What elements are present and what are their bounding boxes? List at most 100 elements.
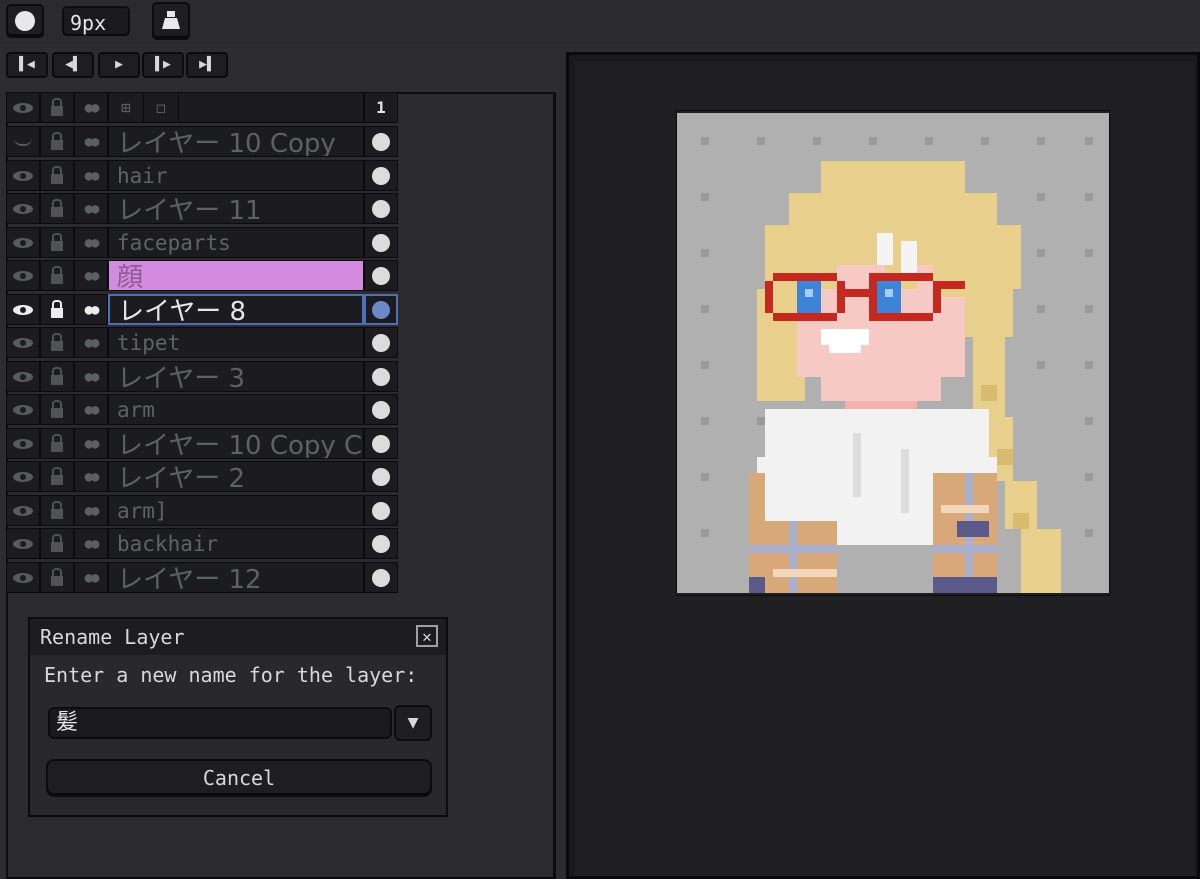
layer-name[interactable]: arm bbox=[108, 394, 364, 425]
prev-frame-button[interactable]: ◀▌ bbox=[52, 52, 94, 78]
layer-name[interactable]: faceparts bbox=[108, 227, 364, 258]
layer-link-toggle[interactable]: ●● bbox=[74, 126, 108, 157]
layer-link-toggle[interactable]: ●● bbox=[74, 327, 108, 358]
layer-visibility-toggle[interactable] bbox=[6, 227, 40, 258]
layer-visibility-toggle[interactable] bbox=[6, 562, 40, 593]
layer-cel[interactable] bbox=[364, 394, 398, 425]
layer-link-toggle[interactable]: ●● bbox=[74, 495, 108, 526]
layer-lock-toggle[interactable] bbox=[40, 193, 74, 224]
frame-number[interactable]: 1 bbox=[364, 92, 398, 123]
layer-row[interactable]: ●● 顔 bbox=[6, 260, 398, 293]
layer-name[interactable]: レイヤー 3 bbox=[108, 361, 364, 392]
layer-lock-toggle[interactable] bbox=[40, 528, 74, 559]
layer-link-toggle[interactable]: ●● bbox=[74, 528, 108, 559]
toggle-all-link[interactable]: ●● bbox=[74, 92, 108, 123]
layer-visibility-toggle[interactable] bbox=[6, 528, 40, 559]
layer-tree-icon[interactable]: ⊞ bbox=[109, 93, 144, 122]
layer-lock-toggle[interactable] bbox=[40, 126, 74, 157]
layer-row[interactable]: ●● tipet bbox=[6, 327, 398, 360]
layer-visibility-toggle[interactable] bbox=[6, 126, 40, 157]
layer-lock-toggle[interactable] bbox=[40, 461, 74, 492]
layer-lock-toggle[interactable] bbox=[40, 227, 74, 258]
layer-cel[interactable] bbox=[364, 562, 398, 593]
layer-lock-toggle[interactable] bbox=[40, 495, 74, 526]
layer-link-toggle[interactable]: ●● bbox=[74, 294, 108, 325]
layer-cel[interactable] bbox=[364, 260, 398, 291]
layer-row[interactable]: ●● faceparts bbox=[6, 227, 398, 260]
layer-lock-toggle[interactable] bbox=[40, 361, 74, 392]
layer-row[interactable]: ●● レイヤー 11 bbox=[6, 193, 398, 226]
layer-cel[interactable] bbox=[364, 160, 398, 191]
layer-name[interactable]: レイヤー 8 bbox=[108, 294, 364, 325]
layer-link-toggle[interactable]: ●● bbox=[74, 562, 108, 593]
layer-cel[interactable] bbox=[364, 294, 398, 325]
first-frame-button[interactable]: ▌◀ bbox=[6, 52, 48, 78]
layer-link-toggle[interactable]: ●● bbox=[74, 227, 108, 258]
layer-link-toggle[interactable]: ●● bbox=[74, 361, 108, 392]
layer-lock-toggle[interactable] bbox=[40, 428, 74, 459]
toggle-all-lock[interactable] bbox=[40, 92, 74, 123]
layer-row[interactable]: ●● arm bbox=[6, 394, 398, 427]
layer-row[interactable]: ●● レイヤー 12 bbox=[6, 562, 398, 595]
layer-row[interactable]: ●● hair bbox=[6, 160, 398, 193]
layer-lock-toggle[interactable] bbox=[40, 160, 74, 191]
layer-name[interactable]: tipet bbox=[108, 327, 364, 358]
layer-cel[interactable] bbox=[364, 193, 398, 224]
layer-visibility-toggle[interactable] bbox=[6, 260, 40, 291]
layer-row[interactable]: ●● backhair bbox=[6, 528, 398, 561]
layer-row[interactable]: ●● レイヤー 10 Copy C bbox=[6, 428, 398, 461]
pixel-art-canvas[interactable] bbox=[676, 110, 1110, 596]
layer-visibility-toggle[interactable] bbox=[6, 495, 40, 526]
close-icon[interactable]: ✕ bbox=[416, 625, 438, 647]
toggle-all-visibility[interactable] bbox=[6, 92, 40, 123]
layer-name[interactable]: hair bbox=[108, 160, 364, 191]
layer-link-toggle[interactable]: ●● bbox=[74, 428, 108, 459]
layer-name[interactable]: レイヤー 10 Copy C bbox=[108, 428, 364, 459]
layer-row[interactable]: ●● レイヤー 8 bbox=[6, 294, 398, 327]
layer-name[interactable]: レイヤー 10 Copy bbox=[108, 126, 364, 157]
layer-link-toggle[interactable]: ●● bbox=[74, 260, 108, 291]
bucket-button[interactable] bbox=[152, 2, 190, 40]
layer-visibility-toggle[interactable] bbox=[6, 193, 40, 224]
brush-shape-button[interactable] bbox=[6, 4, 44, 38]
layer-lock-toggle[interactable] bbox=[40, 260, 74, 291]
layer-lock-toggle[interactable] bbox=[40, 294, 74, 325]
layer-name[interactable]: レイヤー 2 bbox=[108, 461, 364, 492]
layer-cel[interactable] bbox=[364, 428, 398, 459]
layer-name[interactable]: arm] bbox=[108, 495, 364, 526]
layer-name-input[interactable]: 髪 bbox=[48, 707, 392, 739]
layer-name[interactable]: backhair bbox=[108, 528, 364, 559]
play-button[interactable]: ▶ bbox=[98, 52, 140, 78]
layer-row[interactable]: ●● レイヤー 10 Copy bbox=[6, 126, 398, 159]
layer-cel[interactable] bbox=[364, 361, 398, 392]
layer-visibility-toggle[interactable] bbox=[6, 428, 40, 459]
layer-link-toggle[interactable]: ●● bbox=[74, 394, 108, 425]
layer-cel[interactable] bbox=[364, 126, 398, 157]
layer-visibility-toggle[interactable] bbox=[6, 294, 40, 325]
layer-cel[interactable] bbox=[364, 227, 398, 258]
layer-lock-toggle[interactable] bbox=[40, 327, 74, 358]
layer-row[interactable]: ●● レイヤー 3 bbox=[6, 361, 398, 394]
next-frame-button[interactable]: ▌▶ bbox=[142, 52, 184, 78]
layer-link-toggle[interactable]: ●● bbox=[74, 193, 108, 224]
last-frame-button[interactable]: ▶▌ bbox=[186, 52, 228, 78]
layer-name[interactable]: 顔 bbox=[108, 260, 364, 291]
layer-visibility-toggle[interactable] bbox=[6, 394, 40, 425]
layer-cel[interactable] bbox=[364, 495, 398, 526]
add-layer-icon[interactable]: ◻ bbox=[144, 93, 179, 122]
layer-cel[interactable] bbox=[364, 528, 398, 559]
layer-row[interactable]: ●● レイヤー 2 bbox=[6, 461, 398, 494]
layer-visibility-toggle[interactable] bbox=[6, 160, 40, 191]
history-dropdown-button[interactable]: ▼ bbox=[394, 705, 432, 741]
layer-row[interactable]: ●● arm] bbox=[6, 495, 398, 528]
layer-lock-toggle[interactable] bbox=[40, 394, 74, 425]
layer-visibility-toggle[interactable] bbox=[6, 461, 40, 492]
layer-visibility-toggle[interactable] bbox=[6, 327, 40, 358]
layer-link-toggle[interactable]: ●● bbox=[74, 461, 108, 492]
layer-visibility-toggle[interactable] bbox=[6, 361, 40, 392]
layer-link-toggle[interactable]: ●● bbox=[74, 160, 108, 191]
layer-name[interactable]: レイヤー 12 bbox=[108, 562, 364, 593]
layer-name[interactable]: レイヤー 11 bbox=[108, 193, 364, 224]
layer-lock-toggle[interactable] bbox=[40, 562, 74, 593]
layer-cel[interactable] bbox=[364, 327, 398, 358]
